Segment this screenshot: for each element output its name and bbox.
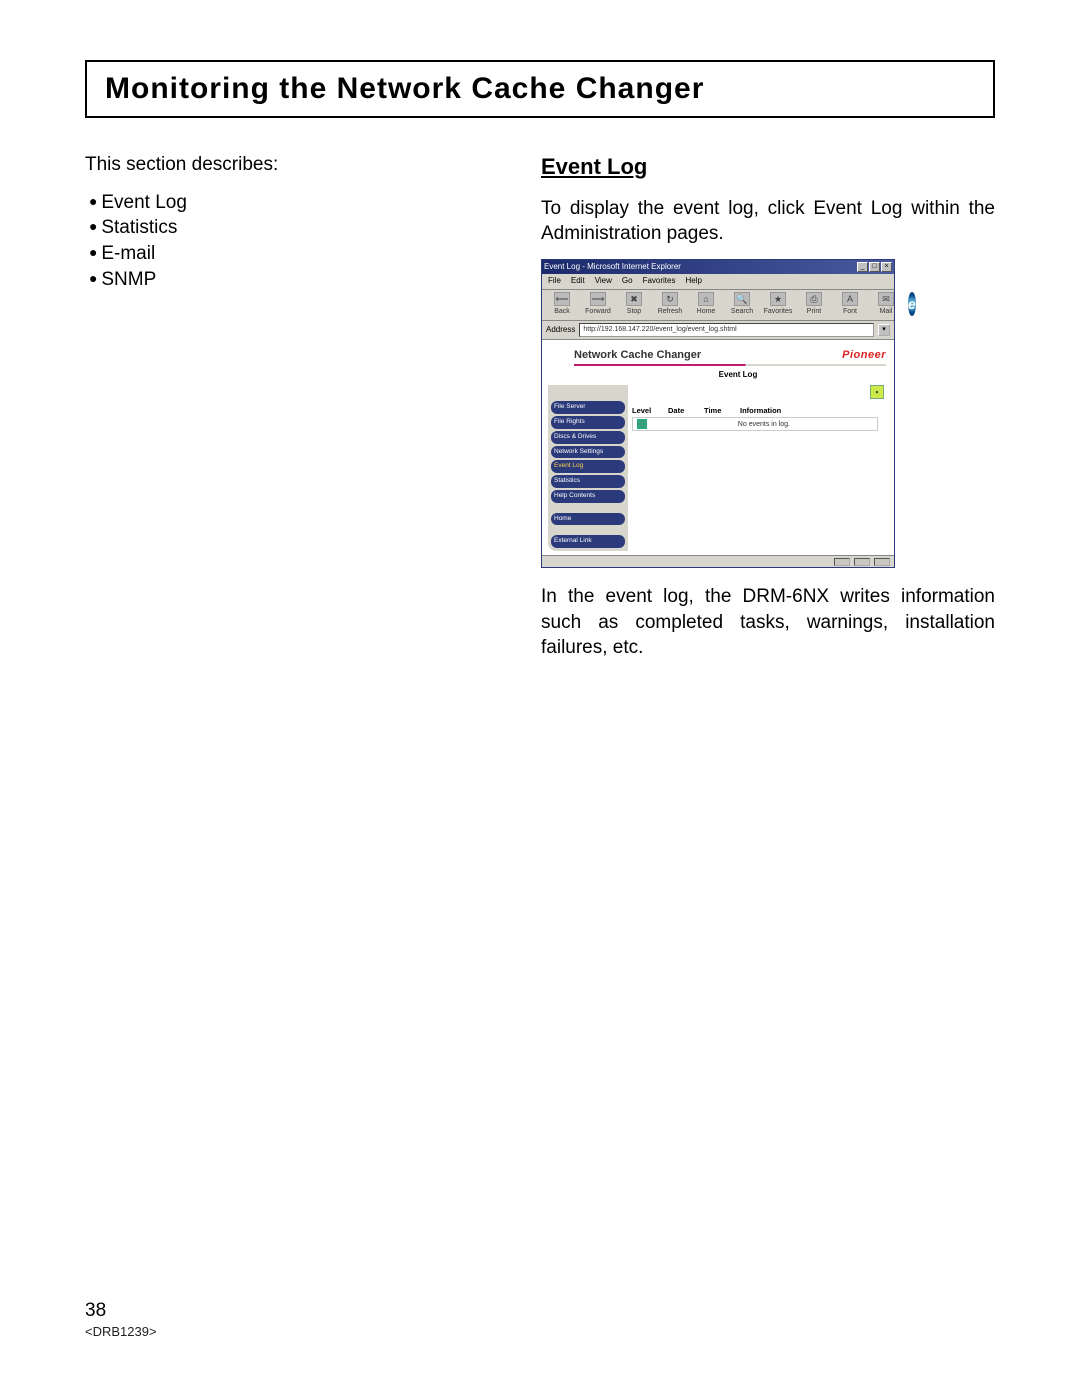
- status-cell: [854, 558, 870, 566]
- event-log-table: Level Date Time Information No events in…: [632, 405, 878, 431]
- event-log-para-2: In the event log, the DRM-6NX writes inf…: [541, 584, 995, 661]
- search-button[interactable]: 🔍 Search: [728, 292, 756, 316]
- refresh-label: Refresh: [658, 307, 683, 316]
- intro-text: This section describes:: [85, 152, 505, 178]
- search-label: Search: [731, 307, 753, 316]
- content-columns: This section describes: Event Log Statis…: [85, 152, 995, 673]
- bullet-item: Statistics: [89, 215, 505, 241]
- table-row: No events in log.: [632, 417, 878, 431]
- address-bar: Address http://192.168.147.220/event_log…: [542, 321, 894, 339]
- sidebar-item-home[interactable]: Home: [551, 513, 625, 526]
- close-button[interactable]: ×: [881, 262, 892, 272]
- browser-screenshot: Event Log - Microsoft Internet Explorer …: [541, 259, 895, 568]
- sidebar-item-network-settings[interactable]: Network Settings: [551, 446, 625, 459]
- event-log-heading: Event Log: [541, 152, 995, 182]
- address-input[interactable]: http://192.168.147.220/event_log/event_l…: [579, 323, 874, 336]
- page-body: File Server File Rights Discs & Drives N…: [548, 385, 888, 551]
- stop-button[interactable]: ✖ Stop: [620, 292, 648, 316]
- save-log-button[interactable]: ▪: [870, 385, 884, 399]
- sidebar: File Server File Rights Discs & Drives N…: [548, 385, 628, 551]
- mail-button[interactable]: ✉ Mail: [872, 292, 900, 316]
- address-dropdown-icon[interactable]: ▾: [878, 324, 890, 336]
- sidebar-item-help-contents[interactable]: Help Contents: [551, 490, 625, 503]
- page-header: Network Cache Changer Pioneer: [548, 346, 888, 363]
- sidebar-item-event-log[interactable]: Event Log: [551, 460, 625, 473]
- ie-logo-icon: e: [908, 292, 916, 316]
- home-label: Home: [697, 307, 716, 316]
- table-header-row: Level Date Time Information: [632, 405, 878, 417]
- page-footer: 38 <DRB1239>: [85, 1300, 157, 1339]
- maximize-button[interactable]: □: [869, 262, 880, 272]
- favorites-button[interactable]: ★ Favorites: [764, 292, 792, 316]
- right-column: Event Log To display the event log, clic…: [541, 152, 995, 673]
- section-title: Monitoring the Network Cache Changer: [105, 72, 975, 106]
- page-title: Event Log: [588, 370, 888, 381]
- font-button[interactable]: A Font: [836, 292, 864, 316]
- menu-help[interactable]: Help: [685, 276, 701, 287]
- forward-icon: ⟶: [590, 292, 606, 306]
- document-id: <DRB1239>: [85, 1324, 157, 1339]
- print-icon: ⎙: [806, 292, 822, 306]
- minimize-button[interactable]: _: [857, 262, 868, 272]
- search-icon: 🔍: [734, 292, 750, 306]
- back-button[interactable]: ⟵ Back: [548, 292, 576, 316]
- forward-label: Forward: [585, 307, 611, 316]
- app-title: Network Cache Changer: [574, 348, 701, 363]
- font-icon: A: [842, 292, 858, 306]
- level-info-icon: [637, 419, 647, 429]
- main-panel: ▪ Level Date Time Information: [632, 385, 888, 551]
- window-titlebar: Event Log - Microsoft Internet Explorer …: [542, 260, 894, 274]
- address-label: Address: [546, 325, 575, 336]
- font-label: Font: [843, 307, 857, 316]
- toolbar: ⟵ Back ⟶ Forward ✖ Stop ↻ Refresh: [542, 290, 894, 321]
- page-content: Network Cache Changer Pioneer Event Log …: [542, 340, 894, 556]
- home-button[interactable]: ⌂ Home: [692, 292, 720, 316]
- sidebar-item-external-link[interactable]: External Link: [551, 535, 625, 548]
- col-date: Date: [668, 406, 704, 416]
- refresh-icon: ↻: [662, 292, 678, 306]
- menu-go[interactable]: Go: [622, 276, 633, 287]
- sidebar-item-statistics[interactable]: Statistics: [551, 475, 625, 488]
- mail-icon: ✉: [878, 292, 894, 306]
- header-rule: [574, 364, 886, 366]
- disk-icon: ▪: [875, 386, 878, 398]
- back-icon: ⟵: [554, 292, 570, 306]
- page-number: 38: [85, 1300, 157, 1322]
- print-button[interactable]: ⎙ Print: [800, 292, 828, 316]
- bullet-list: Event Log Statistics E-mail SNMP: [85, 190, 505, 293]
- bullet-item: Event Log: [89, 190, 505, 216]
- window-title: Event Log - Microsoft Internet Explorer: [544, 262, 856, 273]
- sidebar-item-discs-drives[interactable]: Discs & Drives: [551, 431, 625, 444]
- home-icon: ⌂: [698, 292, 714, 306]
- empty-log-message: No events in log.: [651, 420, 877, 429]
- col-level: Level: [632, 406, 668, 416]
- stop-label: Stop: [627, 307, 641, 316]
- menu-bar: File Edit View Go Favorites Help: [542, 274, 894, 290]
- favorites-icon: ★: [770, 292, 786, 306]
- status-bar: [542, 555, 894, 567]
- menu-view[interactable]: View: [595, 276, 612, 287]
- pioneer-logo: Pioneer: [842, 348, 886, 363]
- event-log-para-1: To display the event log, click Event Lo…: [541, 196, 995, 247]
- section-title-box: Monitoring the Network Cache Changer: [85, 60, 995, 118]
- menu-file[interactable]: File: [548, 276, 561, 287]
- bullet-item: SNMP: [89, 267, 505, 293]
- menu-edit[interactable]: Edit: [571, 276, 585, 287]
- menu-favorites[interactable]: Favorites: [643, 276, 676, 287]
- sidebar-item-file-server[interactable]: File Server: [551, 401, 625, 414]
- left-column: This section describes: Event Log Statis…: [85, 152, 505, 673]
- favorites-label: Favorites: [764, 307, 793, 316]
- col-information: Information: [740, 406, 878, 416]
- print-label: Print: [807, 307, 821, 316]
- stop-icon: ✖: [626, 292, 642, 306]
- status-cell: [834, 558, 850, 566]
- forward-button[interactable]: ⟶ Forward: [584, 292, 612, 316]
- back-label: Back: [554, 307, 570, 316]
- refresh-button[interactable]: ↻ Refresh: [656, 292, 684, 316]
- bullet-item: E-mail: [89, 241, 505, 267]
- mail-label: Mail: [880, 307, 893, 316]
- col-time: Time: [704, 406, 740, 416]
- sidebar-item-file-rights[interactable]: File Rights: [551, 416, 625, 429]
- status-cell: [874, 558, 890, 566]
